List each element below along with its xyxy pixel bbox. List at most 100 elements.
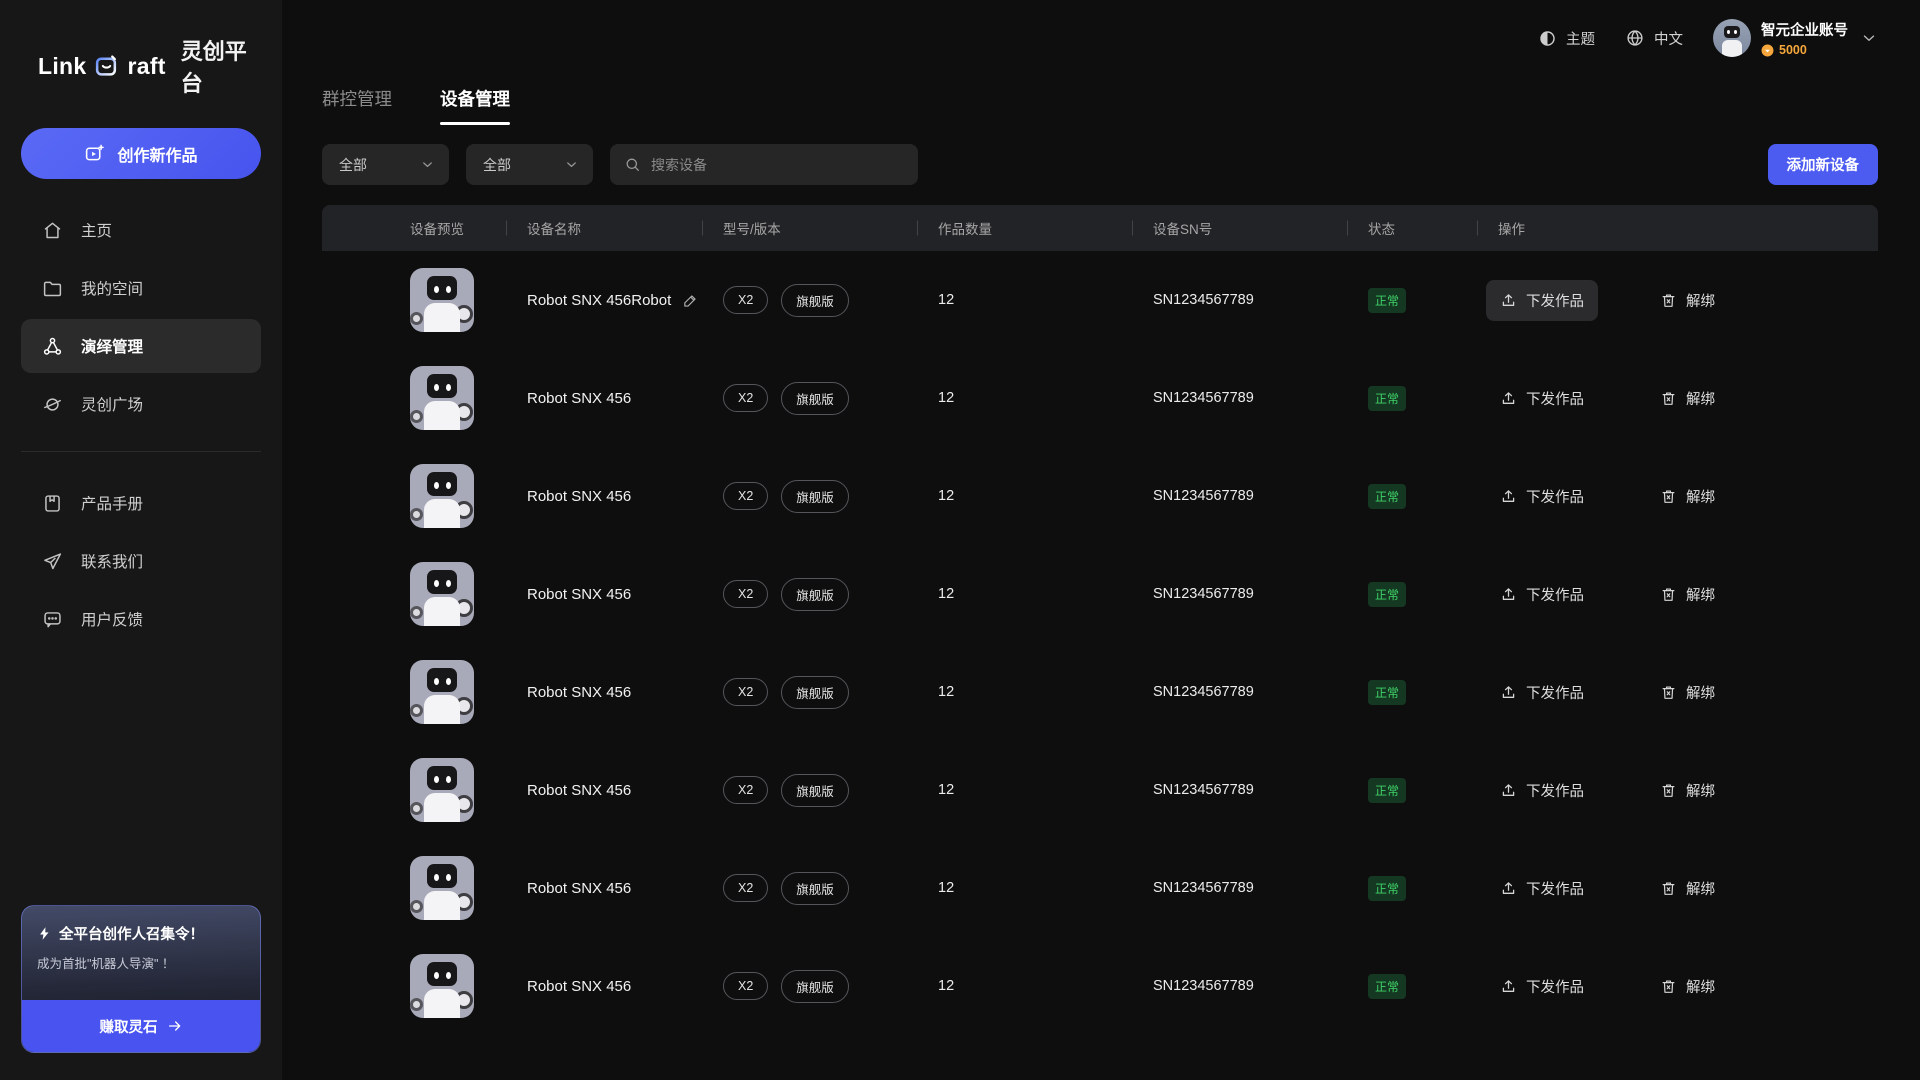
version-badge: 旗舰版 (781, 480, 849, 513)
deploy-work-button[interactable]: 下发作品 (1486, 280, 1598, 321)
deploy-work-button[interactable]: 下发作品 (1486, 574, 1598, 615)
unbind-button[interactable]: 解绑 (1646, 280, 1729, 321)
trash-icon (1660, 488, 1677, 505)
theme-icon (1538, 29, 1557, 48)
upload-icon (1500, 488, 1517, 505)
unbind-button[interactable]: 解绑 (1646, 672, 1729, 713)
sidebar-item-contact-us[interactable]: 联系我们 (21, 534, 261, 588)
sidebar-item-label: 灵创广场 (81, 393, 143, 415)
version-badge: 旗舰版 (781, 970, 849, 1003)
device-name: Robot SNX 456 (527, 782, 631, 799)
promo-card: 全平台创作人召集令！ 成为首批"机器人导演" ！ 赚取灵石 (21, 905, 261, 1053)
unbind-button[interactable]: 解绑 (1646, 378, 1729, 419)
promo-subtitle: 成为首批"机器人导演" ！ (37, 953, 245, 972)
lightning-icon (37, 926, 52, 941)
filter-dropdown-1[interactable]: 全部 (322, 144, 449, 185)
upload-icon (1500, 390, 1517, 407)
sidebar-item-home[interactable]: 主页 (21, 203, 261, 257)
upload-icon (1500, 978, 1517, 995)
tab-device-management[interactable]: 设备管理 (440, 86, 510, 125)
sidebar-item-label: 演绎管理 (81, 335, 143, 357)
device-thumbnail[interactable] (410, 758, 474, 822)
unbind-button[interactable]: 解绑 (1646, 868, 1729, 909)
device-name: Robot SNX 456 (527, 390, 631, 407)
tab-group-control[interactable]: 群控管理 (322, 86, 392, 125)
device-thumbnail[interactable] (410, 954, 474, 1018)
device-thumbnail[interactable] (410, 464, 474, 528)
brand-c-icon (94, 54, 119, 79)
account-menu[interactable]: 智元企业账号 5000 (1713, 19, 1878, 57)
column-header-name: 设备名称 (507, 218, 703, 238)
table-row: Robot SNX 456 X2 旗舰版 12 SN1234567789 正常 (322, 349, 1878, 447)
device-search (610, 144, 918, 185)
sidebar-nav-secondary: 产品手册 联系我们 用户反馈 (21, 476, 261, 650)
unbind-button[interactable]: 解绑 (1646, 476, 1729, 517)
account-name: 智元企业账号 (1761, 19, 1848, 40)
deploy-work-button[interactable]: 下发作品 (1486, 966, 1598, 1007)
device-thumbnail[interactable] (410, 856, 474, 920)
chevron-down-icon (420, 157, 435, 172)
status-badge: 正常 (1368, 778, 1406, 803)
avatar (1713, 19, 1751, 57)
theme-toggle[interactable]: 主题 (1538, 28, 1595, 49)
device-thumbnail[interactable] (410, 366, 474, 430)
column-header-actions: 操作 (1478, 218, 1878, 238)
works-count: 12 (918, 782, 1133, 798)
brand-name-suffix: raft (127, 53, 165, 80)
language-switcher[interactable]: 中文 (1625, 28, 1683, 49)
unbind-button[interactable]: 解绑 (1646, 574, 1729, 615)
model-badge: X2 (723, 874, 768, 902)
deploy-work-button[interactable]: 下发作品 (1486, 378, 1598, 419)
deploy-work-button[interactable]: 下发作品 (1486, 868, 1598, 909)
works-count: 12 (918, 684, 1133, 700)
version-badge: 旗舰版 (781, 284, 849, 317)
deploy-work-button[interactable]: 下发作品 (1486, 770, 1598, 811)
language-label: 中文 (1654, 28, 1683, 49)
create-new-work-button[interactable]: 创作新作品 (21, 128, 261, 179)
sidebar-item-label: 我的空间 (81, 277, 143, 299)
trash-icon (1660, 292, 1677, 309)
upload-icon (1500, 586, 1517, 603)
earn-lingshi-button[interactable]: 赚取灵石 (22, 1000, 260, 1052)
device-thumbnail[interactable] (410, 660, 474, 724)
sidebar-item-product-manual[interactable]: 产品手册 (21, 476, 261, 530)
trash-icon (1660, 684, 1677, 701)
version-badge: 旗舰版 (781, 872, 849, 905)
chevron-down-icon (1860, 29, 1878, 47)
device-thumbnail[interactable] (410, 562, 474, 626)
works-count: 12 (918, 488, 1133, 504)
device-sn: SN1234567789 (1133, 488, 1348, 504)
deploy-work-button[interactable]: 下发作品 (1486, 476, 1598, 517)
promo-title: 全平台创作人召集令！ (59, 923, 204, 944)
table-header: 设备预览 设备名称 型号/版本 作品数量 设备SN号 状态 操作 (322, 205, 1878, 251)
status-badge: 正常 (1368, 876, 1406, 901)
device-thumbnail[interactable] (410, 268, 474, 332)
sidebar-item-my-space[interactable]: 我的空间 (21, 261, 261, 315)
add-device-button[interactable]: 添加新设备 (1768, 144, 1879, 185)
edit-pencil-icon[interactable] (682, 292, 699, 309)
version-badge: 旗舰版 (781, 676, 849, 709)
status-badge: 正常 (1368, 484, 1406, 509)
table-row: Robot SNX 456 X2 旗舰版 12 SN1234567789 正常 (322, 839, 1878, 937)
column-header-model: 型号/版本 (703, 218, 918, 238)
unbind-button[interactable]: 解绑 (1646, 770, 1729, 811)
search-input[interactable] (651, 157, 904, 173)
home-icon (42, 220, 63, 241)
model-badge: X2 (723, 776, 768, 804)
unbind-button[interactable]: 解绑 (1646, 966, 1729, 1007)
filter-dropdown-2[interactable]: 全部 (466, 144, 593, 185)
sidebar-item-lingchuang-plaza[interactable]: 灵创广场 (21, 377, 261, 431)
sidebar-item-user-feedback[interactable]: 用户反馈 (21, 592, 261, 646)
sidebar-item-label: 主页 (81, 219, 112, 241)
sidebar-item-label: 联系我们 (81, 550, 143, 572)
model-badge: X2 (723, 384, 768, 412)
device-sn: SN1234567789 (1133, 586, 1348, 602)
works-count: 12 (918, 586, 1133, 602)
upload-icon (1500, 880, 1517, 897)
device-name: Robot SNX 456 (527, 586, 631, 603)
device-sn: SN1234567789 (1133, 978, 1348, 994)
topbar: 主题 中文 智元企业账号 5000 (322, 0, 1878, 76)
upload-icon (1500, 684, 1517, 701)
deploy-work-button[interactable]: 下发作品 (1486, 672, 1598, 713)
sidebar-item-performance-management[interactable]: 演绎管理 (21, 319, 261, 373)
